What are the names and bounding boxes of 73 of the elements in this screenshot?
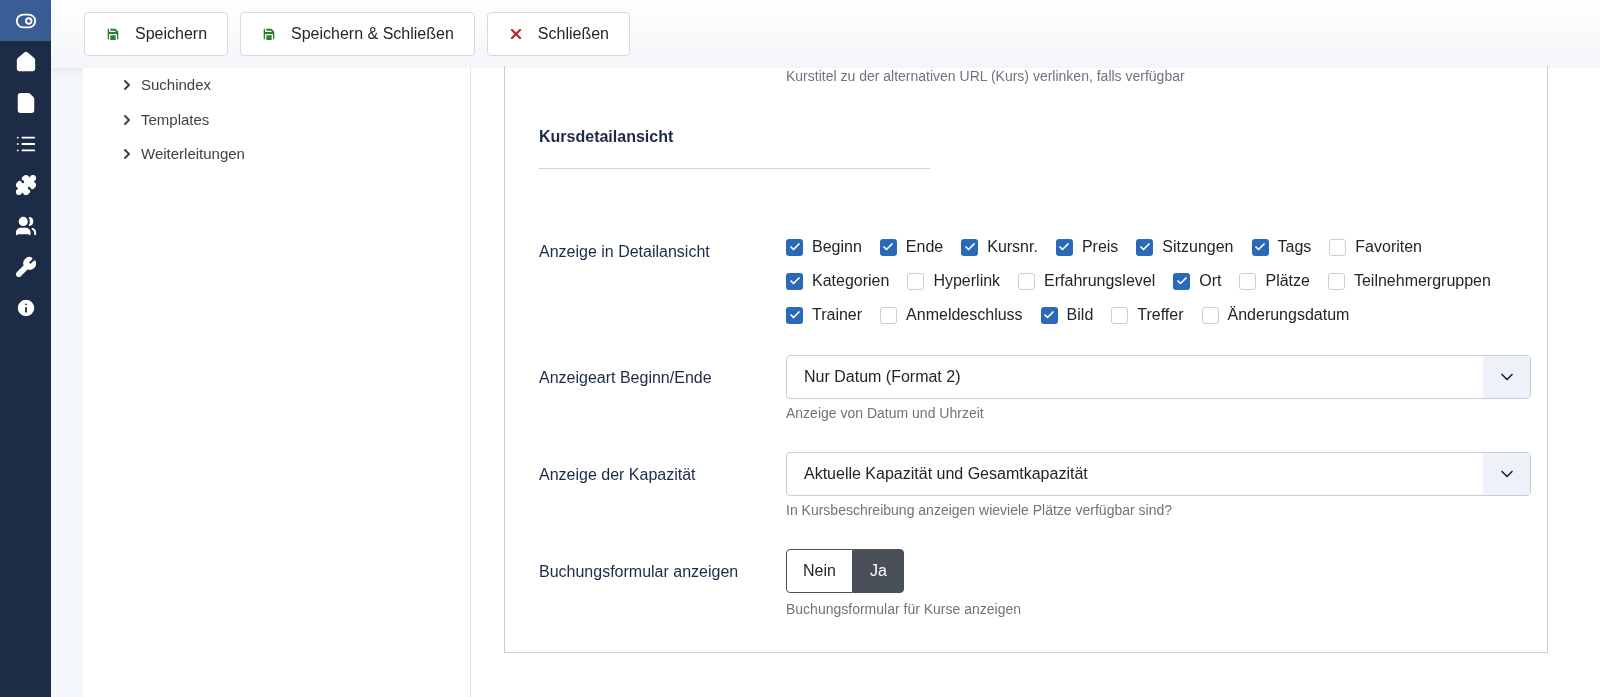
checkbox[interactable] xyxy=(1055,238,1073,256)
check-icon xyxy=(1254,241,1266,253)
checkbox[interactable] xyxy=(1201,306,1219,324)
checkbox-label: Bild xyxy=(1066,305,1094,325)
tree-item[interactable]: Templates xyxy=(119,108,470,131)
select-field[interactable]: Aktuelle Kapazität und Gesamtkapazität xyxy=(786,452,1531,496)
section-heading: Kursdetailansicht xyxy=(539,125,930,169)
check-icon xyxy=(963,241,976,253)
info-icon xyxy=(14,296,37,319)
checkbox[interactable] xyxy=(879,238,897,256)
checkbox-label: Teilnehmergruppen xyxy=(1353,271,1491,291)
puzzle-icon xyxy=(14,173,37,196)
checkbox[interactable] xyxy=(1173,272,1191,290)
checkbox-label: Beginn xyxy=(812,237,862,257)
checkbox[interactable] xyxy=(1251,238,1269,256)
save-icon xyxy=(261,26,278,42)
checkbox[interactable] xyxy=(1239,272,1257,290)
checkbox[interactable] xyxy=(880,306,898,324)
tree-item[interactable]: Suchindex xyxy=(119,74,470,97)
sidebar-item[interactable] xyxy=(0,0,51,41)
save-icon xyxy=(105,26,121,42)
users-icon xyxy=(14,214,37,237)
field-hint: Buchungsformular für Kurse anzeigen xyxy=(786,600,1022,619)
tree-item[interactable]: Weiterleitungen xyxy=(119,143,470,166)
check-icon xyxy=(1138,241,1151,253)
field-hint: In Kursbeschreibung anzeigen wieviele Plätze verfügbar sind? xyxy=(786,501,1173,520)
checkbox[interactable] xyxy=(786,238,803,256)
checkbox-label: Kategorien xyxy=(812,271,890,291)
toolbar-button[interactable]: Schließen xyxy=(486,12,630,56)
checkbox-label: Preis xyxy=(1081,237,1119,257)
check-icon xyxy=(1043,309,1056,321)
toolbar-button[interactable]: Speichern xyxy=(84,12,229,56)
checkbox[interactable] xyxy=(1040,306,1058,324)
wrench-icon xyxy=(14,255,37,278)
checkbox-label: Trainer xyxy=(812,305,863,325)
checkbox-label: Ort xyxy=(1199,271,1222,291)
check-icon xyxy=(788,275,801,287)
home-icon xyxy=(14,50,37,73)
checkbox-label: Favoriten xyxy=(1355,237,1422,257)
check-icon xyxy=(788,309,801,321)
checkbox[interactable] xyxy=(961,238,979,256)
toolbar-button[interactable]: Speichern & Schließen xyxy=(240,12,475,56)
checkbox-label: Erfahrungslevel xyxy=(1044,271,1156,291)
checkbox-label: Sitzungen xyxy=(1162,237,1234,257)
checkbox[interactable] xyxy=(786,306,803,324)
check-icon xyxy=(1175,275,1188,287)
checkbox[interactable] xyxy=(1111,306,1129,324)
switcher-option[interactable]: Nein xyxy=(786,549,853,593)
checkbox[interactable] xyxy=(1329,238,1347,256)
field-label: Anzeigeart Beginn/Ende xyxy=(539,368,713,388)
checkbox-label: Tags xyxy=(1277,237,1312,257)
checkbox-label: Kursnr. xyxy=(987,237,1038,257)
checkbox-label: Treffer xyxy=(1137,305,1184,325)
checkbox[interactable] xyxy=(1327,272,1345,290)
checkbox[interactable] xyxy=(786,272,803,290)
checkbox[interactable] xyxy=(1018,272,1036,290)
field-label: Anzeige der Kapazität xyxy=(539,465,697,485)
field-label: Anzeige in Detailansicht xyxy=(539,242,711,262)
checkbox[interactable] xyxy=(907,272,925,290)
checkbox-label: Änderungsdatum xyxy=(1227,305,1350,325)
checkbox-label: Ende xyxy=(905,237,944,257)
field-hint: Kurstitel zu der alternativen URL (Kurs) verlinken, falls verfügbar xyxy=(786,67,1186,86)
select-field[interactable]: Nur Datum (Format 2) xyxy=(786,355,1531,399)
switcher-option[interactable]: Ja xyxy=(852,549,904,593)
checkbox-label: Plätze xyxy=(1265,271,1310,291)
checkbox-label: Hyperlink xyxy=(933,271,1001,291)
checkbox[interactable] xyxy=(1136,238,1154,256)
field-label: Buchungsformular anzeigen xyxy=(539,562,740,582)
checkbox-label: Anmeldeschluss xyxy=(906,305,1023,325)
check-icon xyxy=(882,241,895,253)
check-icon xyxy=(788,241,801,253)
check-icon xyxy=(1058,241,1071,253)
field-hint: Anzeige von Datum und Uhrzeit xyxy=(786,404,985,423)
